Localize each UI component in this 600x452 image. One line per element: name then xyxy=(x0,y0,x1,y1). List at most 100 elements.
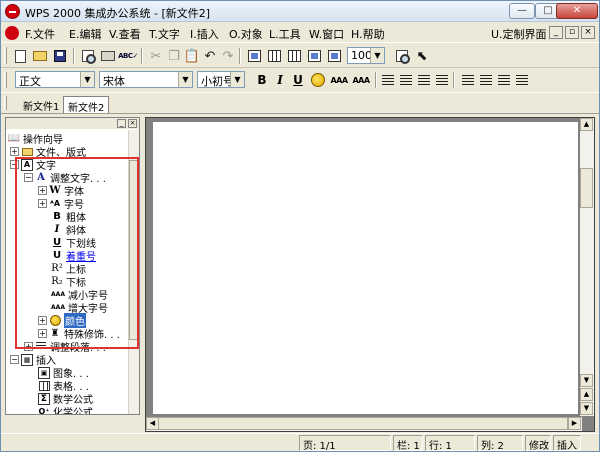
expand-icon[interactable]: + xyxy=(38,316,47,325)
status-insert-mode[interactable]: 插入 xyxy=(553,435,581,452)
paragraph-icon[interactable] xyxy=(513,71,531,89)
scroll-down-icon[interactable]: ▼ xyxy=(580,374,593,387)
open-icon[interactable] xyxy=(31,47,49,65)
panel-header: _ × xyxy=(6,118,139,129)
expand-icon[interactable]: + xyxy=(24,342,33,351)
font-size-icon: ᴬA xyxy=(49,199,61,208)
font-select[interactable]: 宋体 ▼ xyxy=(99,71,193,88)
redo-icon[interactable]: ↷ xyxy=(219,47,237,65)
print-icon[interactable] xyxy=(99,47,117,65)
align-left-icon[interactable] xyxy=(379,71,397,89)
menu-customize[interactable]: U.定制界面 xyxy=(491,26,547,42)
align-right-icon[interactable] xyxy=(415,71,433,89)
menu-view[interactable]: V.查看 xyxy=(109,26,141,42)
menu-insert[interactable]: I.插入 xyxy=(190,26,219,42)
tree-node-chem-formula[interactable]: O⁺ 化学公式 xyxy=(38,405,93,414)
zoom-select[interactable]: 100% ▼ xyxy=(347,47,385,64)
new-doc-icon[interactable] xyxy=(11,47,29,65)
tab-new-file-1[interactable]: 新文件1 xyxy=(19,96,63,113)
save-icon[interactable] xyxy=(51,47,69,65)
scroll-up-icon[interactable]: ▲ xyxy=(580,118,593,131)
expand-icon[interactable]: + xyxy=(38,199,47,208)
expand-icon[interactable]: + xyxy=(10,147,19,156)
color-icon[interactable] xyxy=(309,71,327,89)
tree-node-insert[interactable]: − ▦ 插入 xyxy=(10,353,56,367)
paragraph-icon xyxy=(35,341,47,353)
print-preview-icon[interactable] xyxy=(79,47,97,65)
vertical-scrollbar[interactable]: ▲ ▼ ▲ ▼ xyxy=(580,118,594,416)
document-page[interactable] xyxy=(153,122,578,414)
toolbar-separator xyxy=(453,72,455,88)
chevron-down-icon[interactable]: ▼ xyxy=(230,72,244,87)
draw-icon[interactable] xyxy=(325,47,343,65)
chevron-down-icon[interactable]: ▼ xyxy=(370,48,384,63)
style-select[interactable]: 正文 ▼ xyxy=(15,71,95,88)
expand-icon[interactable]: + xyxy=(38,186,47,195)
scroll-right-icon[interactable]: ▶ xyxy=(568,417,581,430)
pointer-icon[interactable]: ⬉ xyxy=(413,47,431,65)
italic-button[interactable]: I xyxy=(271,71,289,89)
app-window: WPS 2000 集成办公系统 - [新文件2] — □ ✕ F.文件 E.编辑… xyxy=(0,0,600,452)
frame-icon[interactable] xyxy=(305,47,323,65)
outdent-icon[interactable] xyxy=(495,71,513,89)
minimize-button[interactable]: — xyxy=(509,3,535,19)
find-icon[interactable] xyxy=(393,47,411,65)
justify-icon[interactable] xyxy=(433,71,451,89)
collapse-icon[interactable]: − xyxy=(10,160,19,169)
toolbar-grip[interactable] xyxy=(4,72,7,88)
collapse-icon[interactable]: − xyxy=(10,355,19,364)
paste-icon[interactable]: 📋 xyxy=(183,47,201,65)
panel-minimize-button[interactable]: _ xyxy=(117,119,126,128)
menu-window[interactable]: W.窗口 xyxy=(309,26,344,42)
chevron-down-icon[interactable]: ▼ xyxy=(80,72,94,87)
doc-menu-icon[interactable] xyxy=(5,26,19,40)
page-down-icon[interactable]: ▼ xyxy=(580,402,593,415)
insert-icon: ▦ xyxy=(21,353,33,366)
color-icon xyxy=(49,315,61,327)
indent-icon[interactable] xyxy=(477,71,495,89)
cut-icon[interactable]: ✂ xyxy=(147,47,165,65)
copy-icon[interactable]: ❐ xyxy=(165,47,183,65)
grow-font-button[interactable]: AAA xyxy=(351,71,371,89)
expand-icon[interactable]: + xyxy=(38,329,47,338)
vertical-scroll-thumb[interactable] xyxy=(580,168,593,208)
undo-icon[interactable]: ↶ xyxy=(201,47,219,65)
panel-close-button[interactable]: × xyxy=(128,119,137,128)
horizontal-scrollbar[interactable]: ◀ ▶ xyxy=(146,417,582,431)
mdi-close-button[interactable]: × xyxy=(581,26,595,39)
close-button[interactable]: ✕ xyxy=(556,3,598,19)
menu-object[interactable]: O.对象 xyxy=(229,26,263,42)
insert-table-icon[interactable] xyxy=(245,47,263,65)
mdi-minimize-button[interactable]: _ xyxy=(549,26,563,39)
wps-logo-icon[interactable] xyxy=(5,4,20,19)
mdi-restore-button[interactable]: ▫ xyxy=(565,26,579,39)
tabs-grip[interactable] xyxy=(4,96,7,110)
chevron-down-icon[interactable]: ▼ xyxy=(178,72,192,87)
panel-scrollbar[interactable] xyxy=(128,130,139,414)
toolbar-grip[interactable] xyxy=(4,47,7,64)
menu-edit[interactable]: E.编辑 xyxy=(69,26,101,42)
table-icon[interactable] xyxy=(265,47,283,65)
underline-button[interactable]: U xyxy=(289,71,307,89)
italic-icon: I xyxy=(54,224,60,235)
menu-text[interactable]: T.文字 xyxy=(149,26,180,42)
menu-file[interactable]: F.文件 xyxy=(25,26,55,42)
menu-bar: F.文件 E.编辑 V.查看 T.文字 I.插入 O.对象 L.工具 W.窗口 … xyxy=(1,23,599,43)
collapse-icon[interactable]: − xyxy=(24,173,33,182)
bold-button[interactable]: B xyxy=(253,71,271,89)
grid-icon[interactable] xyxy=(285,47,303,65)
horizontal-scroll-thumb[interactable] xyxy=(158,417,568,430)
spellcheck-icon[interactable]: ABC✓ xyxy=(118,47,138,65)
tab-new-file-2[interactable]: 新文件2 xyxy=(63,96,110,114)
align-center-icon[interactable] xyxy=(397,71,415,89)
line-spacing-icon[interactable] xyxy=(459,71,477,89)
panel-scroll-thumb[interactable] xyxy=(129,160,139,340)
menu-tools[interactable]: L.工具 xyxy=(269,26,301,42)
bold-icon: B xyxy=(53,211,61,222)
size-select[interactable]: 小初号 ▼ xyxy=(197,71,245,88)
menu-help[interactable]: H.帮助 xyxy=(351,26,385,42)
page-up-icon[interactable]: ▲ xyxy=(580,388,593,401)
shrink-font-button[interactable]: AAA xyxy=(329,71,349,89)
toolbar-separator xyxy=(239,48,241,64)
title-bar[interactable]: WPS 2000 集成办公系统 - [新文件2] — □ ✕ xyxy=(1,1,599,22)
